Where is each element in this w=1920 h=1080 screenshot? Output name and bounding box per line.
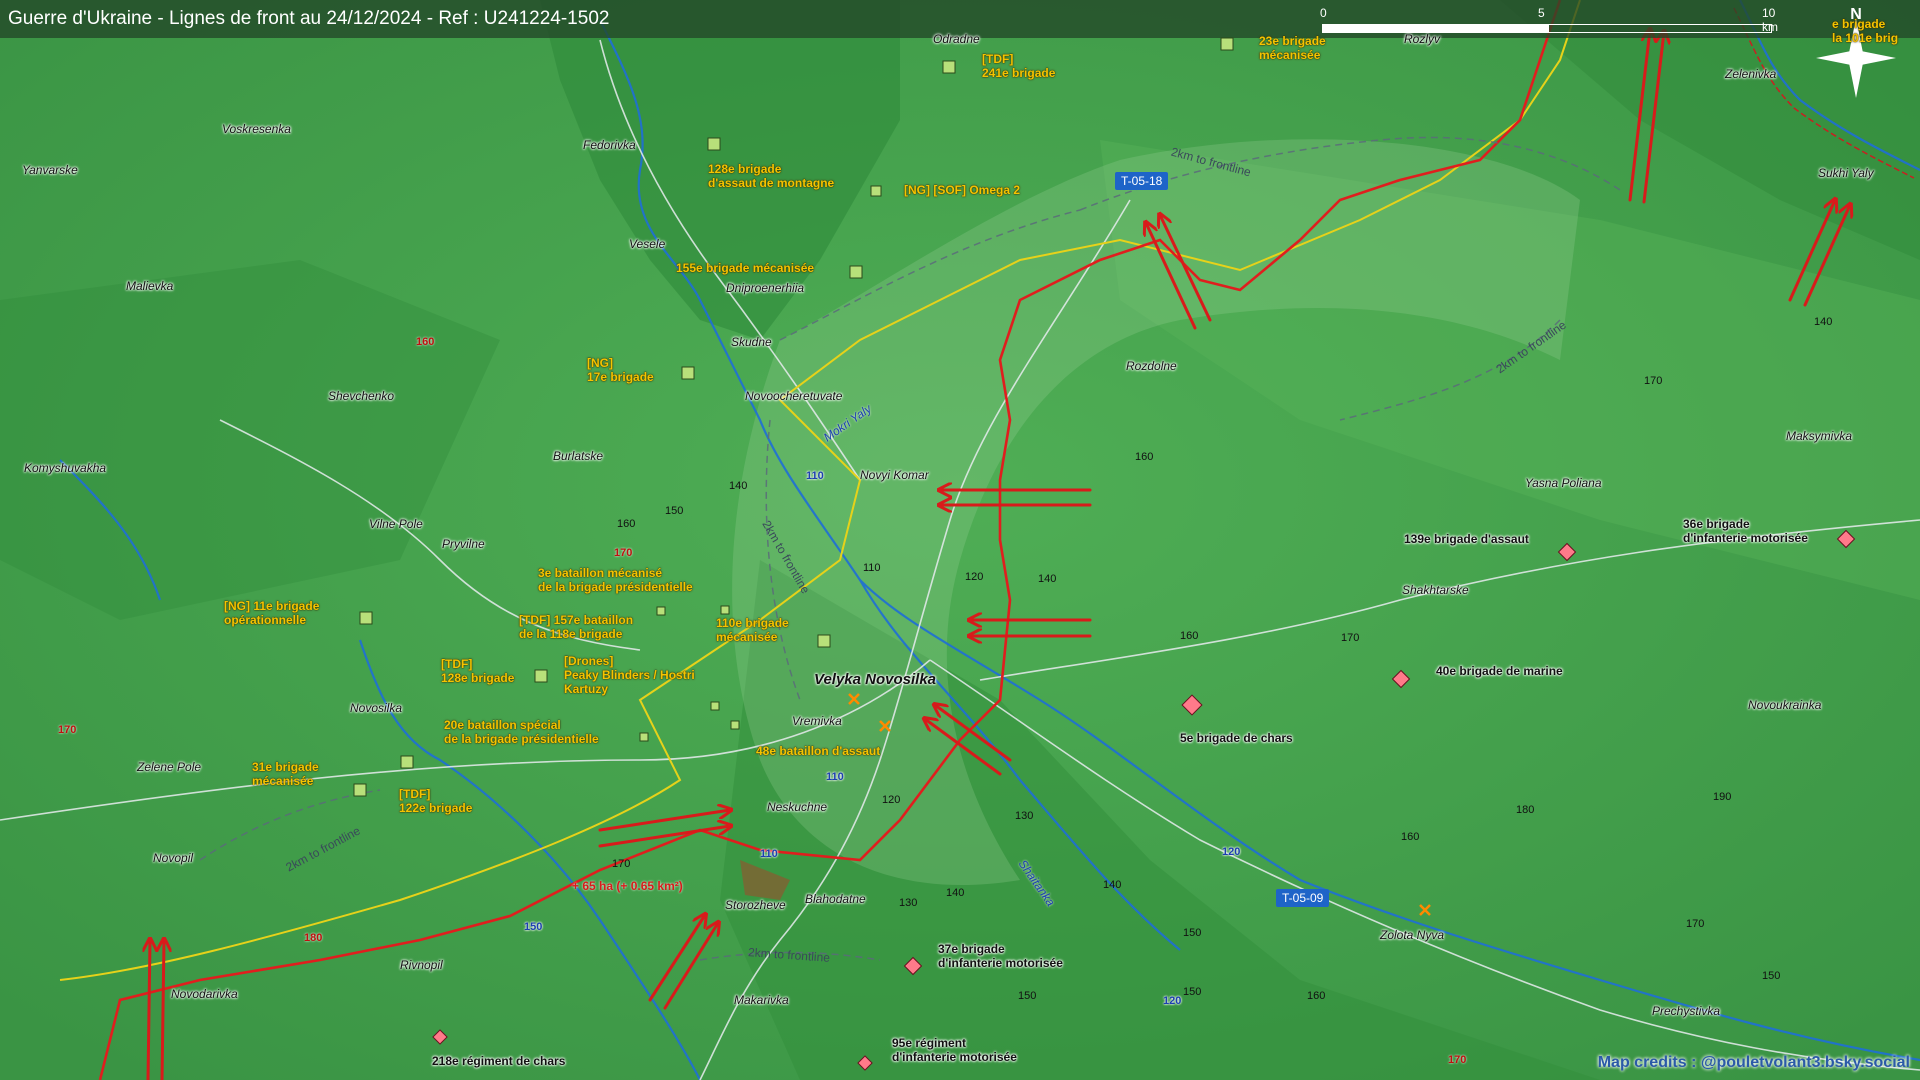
ru-unit-symbol: [1557, 542, 1577, 562]
elevation-label: 140: [1103, 879, 1122, 891]
ua-unit-symbol: [730, 720, 740, 730]
ru-unit-symbol: [1391, 669, 1411, 689]
road-number: 150: [524, 921, 543, 933]
road-number: 110: [826, 771, 844, 783]
elevation-label: 170: [1686, 918, 1705, 930]
ru-unit-symbol: [432, 1029, 448, 1045]
elevation-label: 150: [1762, 970, 1781, 982]
elevation-label: 140: [1038, 573, 1057, 585]
ua-unit-symbol: [942, 60, 956, 74]
elevation-label: 130: [1015, 810, 1034, 822]
elevation-label: 170: [612, 858, 631, 870]
elevation-label: 190: [1713, 791, 1732, 803]
ua-unit-symbol: [849, 265, 863, 279]
road-number: 120: [1222, 846, 1241, 858]
road-badge: T-05-18: [1115, 172, 1169, 190]
elevation-label: 160: [416, 336, 435, 348]
elevation-label: 170: [1644, 375, 1663, 387]
unit-symbols: [353, 37, 1856, 1071]
elevation-label: 140: [1814, 316, 1833, 328]
elevation-label: 160: [617, 518, 636, 530]
elevation-label: 170: [1448, 1054, 1467, 1066]
road-badge: T-05-09: [1276, 889, 1330, 907]
elevation-label: 120: [965, 571, 984, 583]
elevation-label: 110: [863, 562, 881, 574]
elevation-label: 150: [1018, 990, 1037, 1002]
elevation-label: 160: [1401, 831, 1420, 843]
ua-unit-symbol: [1220, 37, 1234, 51]
elevation-label: 140: [946, 887, 965, 899]
elevation-label: 140: [729, 480, 748, 492]
ua-unit-symbol: [656, 606, 666, 616]
ru-unit-symbol: [1836, 529, 1856, 549]
ua-unit-symbol: [534, 669, 548, 683]
road-number: 110: [806, 470, 824, 482]
elevation-label: 150: [1183, 927, 1202, 939]
elevation-label: 160: [1135, 451, 1154, 463]
ua-unit-symbol: [681, 366, 695, 380]
elevation-label: 160: [1307, 990, 1326, 1002]
ua-unit-symbol: [870, 185, 882, 197]
map-credits: Map credits : @pouletvolant3.bsky.social: [1597, 1054, 1910, 1071]
ua-unit-symbol: [707, 137, 721, 151]
elevation-label: 180: [304, 932, 323, 944]
ru-unit-symbol: [857, 1055, 873, 1071]
elevation-label: 150: [1183, 986, 1202, 998]
elevation-label: 120: [882, 794, 901, 806]
ua-unit-symbol: [639, 732, 649, 742]
elevation-label: 170: [58, 724, 77, 736]
ua-unit-symbol: [359, 611, 373, 625]
elevation-label: 170: [1341, 632, 1360, 644]
ru-unit-symbol: [903, 956, 923, 976]
ua-unit-symbol: [720, 605, 730, 615]
road-number: 110: [760, 848, 778, 860]
elevation-label: 180: [1516, 804, 1535, 816]
ua-unit-symbol: [400, 755, 414, 769]
elevation-label: 150: [665, 505, 684, 517]
ru-unit-symbol: [1181, 694, 1203, 716]
ua-unit-symbol: [710, 701, 720, 711]
elevation-label: 160: [1180, 630, 1199, 642]
bridge-destroyed-icon: [848, 693, 1431, 916]
ua-unit-symbol: [353, 783, 367, 797]
elevation-label: 170: [614, 547, 633, 559]
territory-gain-label: + 65 ha (+ 0.65 km²): [572, 879, 683, 893]
road-number: 120: [1163, 995, 1182, 1007]
ua-unit-symbol: [817, 634, 831, 648]
elevation-label: 130: [899, 897, 918, 909]
